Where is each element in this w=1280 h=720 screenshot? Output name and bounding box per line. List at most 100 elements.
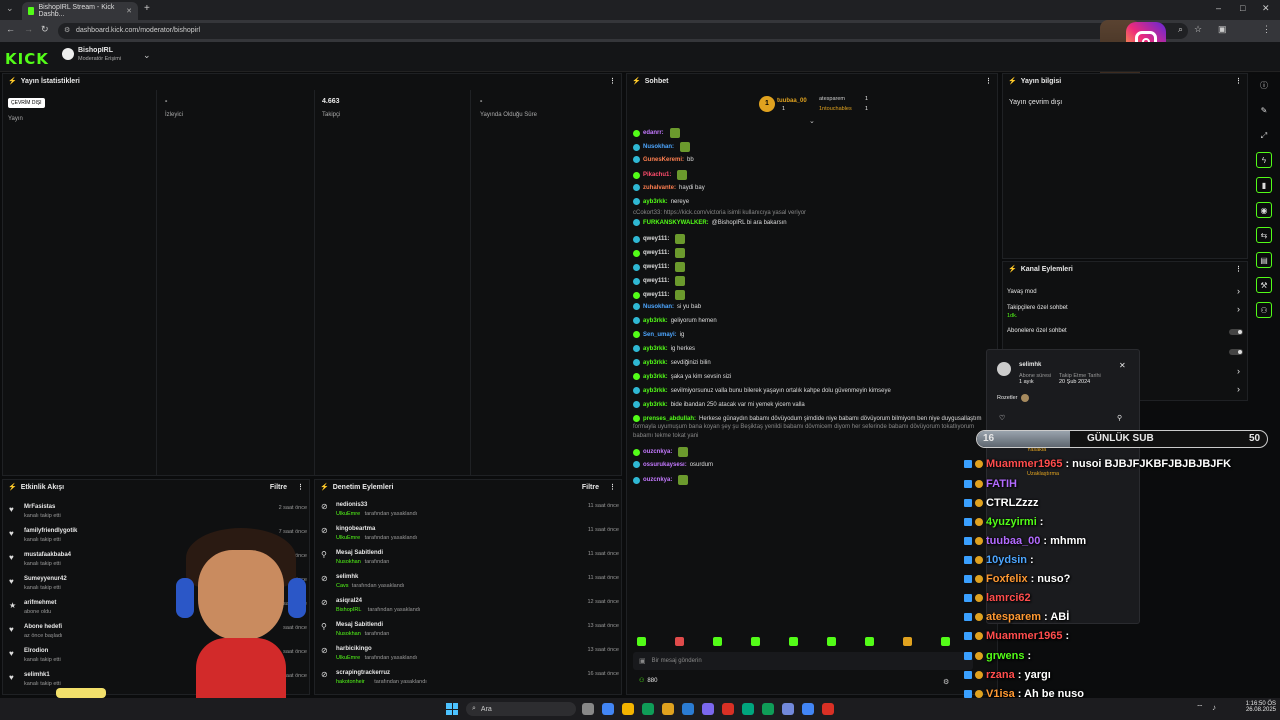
- browser-menu-icon[interactable]: ⋮: [1262, 24, 1271, 35]
- moderation-item[interactable]: ⊘ nedionis33 UlkuEmre tarafından yasaklandı…: [315, 500, 621, 522]
- chat-message[interactable]: qwey111:: [633, 262, 686, 272]
- chat-bubble-icon[interactable]: ◉: [1256, 202, 1272, 218]
- chat-username[interactable]: zuhalvante:: [643, 185, 676, 191]
- user-card-pin-icon[interactable]: ⚲: [1117, 414, 1122, 422]
- taskbar-search[interactable]: ⌕ Ara: [466, 702, 576, 716]
- chat-message[interactable]: ayb3rkk: bide ibandan 250 atacak var mi y…: [633, 401, 805, 408]
- chat-message[interactable]: qwey111:: [633, 290, 686, 300]
- taskbar-app-icon[interactable]: [662, 703, 674, 715]
- chat-message[interactable]: ayb3rkk: sevdiğinizi bilin: [633, 359, 711, 366]
- chat-username[interactable]: Nusokhan:: [643, 144, 674, 150]
- bookmark-icon[interactable]: ▮: [1256, 177, 1272, 193]
- network-icon[interactable]: ⌔: [1196, 703, 1204, 713]
- reload-icon[interactable]: ↻: [41, 24, 49, 35]
- back-icon[interactable]: ←: [6, 24, 15, 34]
- terminal-icon[interactable]: ▤: [1256, 252, 1272, 268]
- chat-input[interactable]: ▣ Bir mesaj gönderin: [633, 652, 973, 670]
- chat-username[interactable]: ayb3rkk:: [643, 360, 668, 366]
- chat-username[interactable]: qwey111:: [643, 264, 669, 270]
- chat-message[interactable]: zuhalvante: haydi bay: [633, 184, 705, 191]
- chat-username[interactable]: Pikachu1:: [643, 172, 671, 178]
- chat-message[interactable]: qwey111:: [633, 234, 686, 244]
- taskbar-app-icon[interactable]: [702, 703, 714, 715]
- chat-username[interactable]: qwey111:: [643, 278, 669, 284]
- chat-message[interactable]: ouzcnkya:: [633, 447, 689, 457]
- taskbar-app-icon[interactable]: [802, 703, 814, 715]
- slow-mode-chevron-icon[interactable]: ›: [1237, 286, 1240, 296]
- moderation-item[interactable]: ⊘ kingobeartma UlkuEmre tarafından yasaklan…: [315, 524, 621, 546]
- channel-avatar[interactable]: [62, 48, 74, 60]
- chat-message[interactable]: ayb3rkk: nereye: [633, 198, 689, 205]
- chat-username[interactable]: prenses_abdullah:: [643, 416, 696, 422]
- chat-message[interactable]: babamı tekme tokat yani: [633, 433, 698, 439]
- extensions-icon[interactable]: ▣: [1218, 24, 1227, 35]
- action-toggle-4[interactable]: [1229, 349, 1243, 355]
- stats-menu-icon[interactable]: ⋮: [609, 77, 616, 85]
- chat-message[interactable]: prenses_abdullah: Herkese günaydın babamı…: [633, 415, 982, 422]
- chat-username[interactable]: ayb3rkk:: [643, 388, 668, 394]
- quick-emote-icon[interactable]: [789, 637, 798, 646]
- tab-menu-icon[interactable]: ⌄: [6, 3, 14, 14]
- chat-message[interactable]: GunesKeremi: bb: [633, 156, 694, 163]
- chat-message[interactable]: cCokort33: https://kick.com/victoria isi…: [633, 210, 806, 216]
- chat-message[interactable]: ayb3rkk: geliyorum hemen: [633, 317, 717, 324]
- chat-message[interactable]: Pikachu1:: [633, 170, 688, 180]
- edit-icon[interactable]: ✎: [1256, 102, 1272, 118]
- stream-info-menu-icon[interactable]: ⋮: [1235, 77, 1242, 85]
- user-card-heart-icon[interactable]: ♡: [999, 414, 1005, 422]
- chat-username[interactable]: edanrr:: [643, 130, 664, 136]
- action-subscribers-only[interactable]: Abonelere özel sohbet: [1007, 328, 1067, 334]
- chat-message[interactable]: qwey111:: [633, 248, 686, 258]
- chat-message[interactable]: ouzcnkya:: [633, 475, 689, 485]
- quick-emote-icon[interactable]: [827, 637, 836, 646]
- chat-message[interactable]: Sen_umayi: ig: [633, 331, 684, 338]
- chat-message[interactable]: ayb3rkk: sevilmiyorsunuz valla bunu biler…: [633, 387, 891, 394]
- chat-settings-icon[interactable]: ⚙: [943, 678, 949, 686]
- moderation-item[interactable]: ⊘ scrapingtrackerruz hakotonheir tarafından…: [315, 668, 621, 690]
- chat-username[interactable]: ayb3rkk:: [643, 199, 668, 205]
- broadcast-icon[interactable]: ⇆: [1256, 227, 1272, 243]
- taskbar-app-icon[interactable]: [822, 703, 834, 715]
- expand-gifters-icon[interactable]: ⌄: [809, 117, 815, 125]
- chat-menu-icon[interactable]: ⋮: [985, 77, 992, 85]
- chat-username[interactable]: qwey111:: [643, 292, 669, 298]
- moderation-filter-button[interactable]: Filtre: [582, 484, 599, 491]
- chat-username[interactable]: qwey111:: [643, 250, 669, 256]
- moderation-menu-icon[interactable]: ⋮: [609, 483, 616, 491]
- chat-username[interactable]: Sen_umayi:: [643, 332, 677, 338]
- chat-username[interactable]: ossurukaysesı:: [643, 462, 687, 468]
- moderation-item[interactable]: ⚲ Mesaj Sabitlendi Nusokhan tarafından 13 sa…: [315, 620, 621, 642]
- maximize-icon[interactable]: □: [1240, 3, 1245, 13]
- taskbar-app-icon[interactable]: [722, 703, 734, 715]
- volume-icon[interactable]: ♪: [1212, 703, 1216, 712]
- action-slow-mode[interactable]: Yavaş mod: [1007, 289, 1037, 295]
- site-info-icon[interactable]: ⚙: [64, 26, 70, 34]
- chat-message[interactable]: FURKANSKYWALKER: @BishopIRL bi ara bakars…: [633, 219, 787, 226]
- followers-only-chevron-icon[interactable]: ›: [1237, 304, 1240, 314]
- taskbar-app-icon[interactable]: [682, 703, 694, 715]
- chat-message[interactable]: Nusokhan: si yu bab: [633, 303, 701, 310]
- chat-message[interactable]: ossurukaysesı: osurdum: [633, 461, 713, 468]
- chat-message[interactable]: formayla uyumuşum bana koyan şey şu Beşi…: [633, 424, 974, 430]
- chat-username[interactable]: ayb3rkk:: [643, 402, 668, 408]
- info-icon[interactable]: ⓘ: [1256, 77, 1272, 93]
- user-card-close-icon[interactable]: ✕: [1119, 361, 1126, 370]
- channel-dropdown-icon[interactable]: ⌄: [143, 50, 151, 61]
- chat-message[interactable]: qwey111:: [633, 276, 686, 286]
- start-icon[interactable]: [446, 703, 458, 715]
- quick-emote-icon[interactable]: [637, 637, 646, 646]
- taskbar-app-icon[interactable]: [742, 703, 754, 715]
- moderation-item[interactable]: ⚲ Mesaj Sabitlendi Nusokhan tarafından 11 sa…: [315, 548, 621, 570]
- minimize-icon[interactable]: –: [1216, 3, 1221, 13]
- chat-username[interactable]: ayb3rkk:: [643, 318, 668, 324]
- activity-item[interactable]: ♥ MrFasistas kanalı takip etti 2 saat önce: [3, 502, 309, 524]
- taskbar-app-icon[interactable]: [622, 703, 634, 715]
- chat-username[interactable]: ayb3rkk:: [643, 346, 668, 352]
- chat-message[interactable]: ayb3rkk: şaka ya kim sevsin sizi: [633, 373, 731, 380]
- zoom-icon[interactable]: ⌕: [1178, 24, 1183, 35]
- people-icon[interactable]: ⚇: [1256, 302, 1272, 318]
- action-chevron-5-icon[interactable]: ›: [1237, 366, 1240, 376]
- taskbar-app-icon[interactable]: [582, 703, 594, 715]
- taskbar-app-icon[interactable]: [782, 703, 794, 715]
- tools-icon[interactable]: ⚒: [1256, 277, 1272, 293]
